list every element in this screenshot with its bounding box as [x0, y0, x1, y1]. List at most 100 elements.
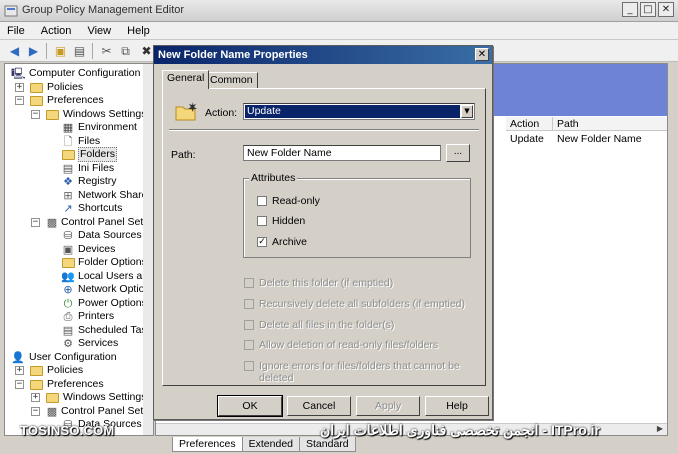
back-arrow-icon[interactable]: ◀	[6, 43, 23, 59]
column-header-path[interactable]: Path	[553, 117, 667, 131]
path-input[interactable]: New Folder Name	[243, 145, 441, 161]
cut-icon[interactable]: ✂	[98, 43, 115, 59]
folder-icon	[29, 378, 43, 391]
separator	[169, 129, 479, 131]
menu-file[interactable]: File	[0, 22, 31, 37]
attributes-group-label: Attributes	[249, 172, 298, 184]
recursive-delete-label: Recursively delete all subfolders (if em…	[259, 298, 466, 310]
action-label: Action:	[205, 107, 238, 119]
tab-common[interactable]: Common	[205, 72, 258, 88]
general-tab-panel: Action: Update ▼ Path: New Folder Name .…	[162, 88, 486, 386]
tab-general[interactable]: General	[162, 70, 210, 89]
shortcut-icon: ↗	[63, 202, 73, 215]
printer-icon: ⎙	[63, 310, 73, 323]
expand-icon[interactable]: +	[31, 393, 40, 402]
delete-files-checkbox[interactable]	[244, 320, 254, 330]
users-icon: 👥	[61, 270, 75, 283]
column-header-action[interactable]: Action	[506, 117, 553, 131]
row-path-cell[interactable]: New Folder Name	[553, 133, 642, 146]
delete-folder-checkbox[interactable]	[244, 278, 254, 288]
environment-icon: ▦	[62, 121, 74, 134]
up-folder-icon[interactable]: ▣	[52, 43, 69, 59]
ok-button[interactable]: OK	[217, 395, 283, 417]
app-icon	[4, 5, 18, 17]
folder-icon	[29, 94, 43, 107]
folder-action-icon	[175, 102, 197, 121]
menu-view[interactable]: View	[80, 22, 117, 37]
folder-icon	[45, 391, 59, 404]
ignore-errors-checkbox[interactable]	[244, 361, 254, 371]
title-bar: Group Policy Management Editor _ □ ✕	[0, 0, 678, 22]
network-share-icon: ⊞	[63, 189, 73, 202]
recursive-delete-checkbox[interactable]	[244, 299, 254, 309]
minimize-button[interactable]: _	[622, 2, 638, 17]
dialog-close-icon[interactable]: ✕	[475, 48, 489, 61]
tab-extended[interactable]: Extended	[241, 437, 300, 452]
power-icon: ⏻	[63, 297, 73, 310]
toolbar-separator	[46, 43, 47, 59]
device-icon: ▣	[62, 243, 74, 256]
task-icon: ▤	[62, 324, 74, 337]
browse-button[interactable]: ...	[446, 144, 470, 162]
control-panel-icon: ▩	[46, 405, 58, 418]
cancel-button[interactable]: Cancel	[287, 396, 351, 416]
maximize-button[interactable]: □	[640, 2, 656, 17]
menu-help[interactable]: Help	[120, 22, 156, 37]
window-title: Group Policy Management Editor	[22, 4, 185, 16]
folder-options-icon	[61, 256, 75, 269]
scroll-right-icon[interactable]: ▶	[655, 424, 665, 434]
read-only-label: Read-only	[272, 195, 320, 207]
ignore-errors-label: Ignore errors for files/folders that can…	[259, 360, 460, 384]
tab-standard[interactable]: Standard	[299, 437, 356, 452]
row-action-cell[interactable]: Update	[506, 133, 544, 146]
tab-preferences[interactable]: Preferences	[172, 437, 243, 452]
dialog-title: New Folder Name Properties	[158, 49, 308, 61]
folder-icon	[45, 108, 59, 121]
hidden-label: Hidden	[272, 215, 306, 227]
collapse-icon[interactable]: −	[15, 380, 24, 389]
services-icon: ⚙	[63, 337, 73, 350]
ini-icon: ▤	[62, 162, 74, 175]
action-dropdown-value: Update	[245, 105, 460, 118]
archive-label: Archive	[272, 236, 308, 248]
allow-readonly-deletion-label: Allow deletion of read-only files/folder…	[259, 339, 439, 351]
tree-scrollbar[interactable]	[143, 64, 153, 435]
menu-bar: File Action View Help	[0, 22, 678, 40]
show-hide-tree-icon[interactable]: ▤	[71, 43, 88, 59]
menu-action[interactable]: Action	[34, 22, 78, 37]
chevron-down-icon[interactable]: ▼	[461, 105, 473, 118]
registry-icon: ❖	[63, 175, 73, 188]
allow-readonly-deletion-checkbox[interactable]	[244, 340, 254, 350]
user-icon: 👤	[11, 351, 25, 364]
watermark-left: TOSINSO.COM	[20, 423, 115, 438]
folder-icon	[29, 81, 43, 94]
collapse-icon[interactable]: −	[31, 407, 40, 416]
path-label: Path:	[171, 149, 196, 161]
collapse-icon[interactable]: −	[31, 218, 40, 227]
file-icon: 🗋	[63, 135, 73, 148]
hidden-checkbox[interactable]	[257, 216, 267, 226]
close-button[interactable]: ✕	[658, 2, 674, 17]
toolbar-separator	[92, 43, 93, 59]
collapse-icon[interactable]: −	[31, 110, 40, 119]
archive-checkbox[interactable]: ✓	[257, 237, 267, 247]
forward-arrow-icon[interactable]: ▶	[25, 43, 42, 59]
properties-dialog: New Folder Name Properties ✕ General Com…	[153, 45, 493, 420]
apply-button[interactable]: Apply	[356, 396, 420, 416]
collapse-icon[interactable]: −	[15, 96, 24, 105]
network-icon: ⊕	[63, 283, 73, 296]
watermark-right: انجمن تخصصی فناوری اطلاعات ایران - ITPro…	[320, 422, 600, 438]
expand-icon[interactable]: +	[15, 366, 24, 375]
delete-files-label: Delete all files in the folder(s)	[259, 319, 395, 331]
data-source-icon: ⛁	[63, 229, 73, 242]
console-tree: 🖳 Computer Configuration + Policies − Pr…	[4, 63, 154, 436]
dialog-title-bar: New Folder Name Properties ✕	[154, 46, 492, 64]
computer-icon: 🖳	[11, 67, 26, 80]
expand-icon[interactable]: +	[15, 83, 24, 92]
folder-icon	[29, 364, 43, 377]
help-button[interactable]: Help	[425, 396, 489, 416]
copy-icon[interactable]: ⧉	[117, 43, 134, 59]
read-only-checkbox[interactable]	[257, 196, 267, 206]
view-tabs: Preferences Extended Standard	[172, 437, 356, 453]
action-dropdown[interactable]: Update ▼	[243, 103, 475, 120]
